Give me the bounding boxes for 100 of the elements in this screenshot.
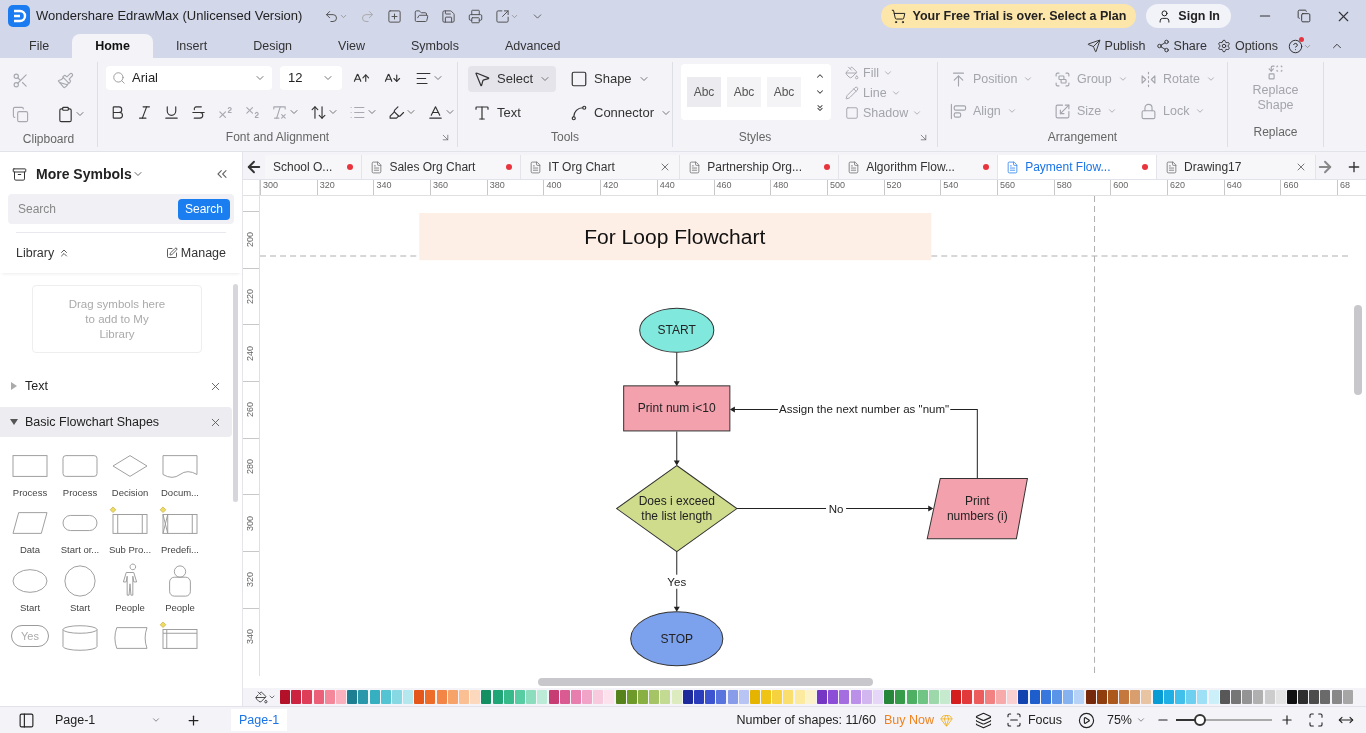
document-tab[interactable]: Sales Org Chart [362, 155, 522, 179]
tab-label: Sales Org Chart [389, 159, 477, 176]
panel-title-dropdown[interactable]: More Symbols [36, 163, 144, 185]
node-label[interactable]: Print num i<10 [637, 401, 716, 416]
menu-tab[interactable]: Advanced [481, 34, 584, 58]
text-tool-button[interactable]: Text [468, 100, 526, 126]
ruler-label: 320 [319, 180, 335, 191]
page-selector[interactable]: Page-1 [55, 710, 161, 730]
shape-label: Process [12, 486, 48, 500]
group-title: Styles [738, 131, 772, 143]
library-section-header[interactable]: Basic Flowchart Shapes [0, 407, 232, 437]
diagram-title[interactable]: For Loop Flowchart [584, 225, 766, 249]
font-name-value: Arial [132, 69, 159, 88]
font-name-field[interactable]: Arial [106, 66, 272, 90]
publish-button[interactable]: Publish [1086, 36, 1146, 56]
ruler-label: 480 [773, 180, 789, 191]
tab-label: IT Org Chart [548, 159, 616, 176]
connector-label[interactable]: Yes [667, 575, 687, 588]
ruler-label: 360 [433, 180, 449, 191]
document-tab[interactable]: Drawing17 [1157, 155, 1316, 179]
ruler-label: 460 [716, 180, 732, 191]
node-label[interactable]: Print numbers (i) [946, 494, 1008, 524]
shape-button[interactable]: Shape [565, 66, 655, 92]
page-tab[interactable]: Page-1 [231, 709, 288, 731]
menu-tab[interactable]: Insert [152, 34, 231, 58]
shape-count: Number of shapes: 11/60 [736, 711, 876, 729]
shape-label: People [165, 600, 195, 615]
search-field[interactable]: Search Search [8, 194, 234, 224]
library-toggle[interactable]: Library [16, 243, 71, 263]
ruler-label: 580 [1056, 180, 1072, 191]
section-label: Text [25, 377, 48, 395]
document-tab[interactable]: School O... [265, 155, 363, 179]
menu-tab[interactable]: Home [72, 34, 153, 58]
library-section-header[interactable]: Text [0, 371, 232, 401]
shape-label: Data [19, 543, 41, 558]
tab-label: Payment Flow... [1025, 159, 1112, 176]
connector-label[interactable]: No [828, 502, 844, 515]
drawing-canvas[interactable]: For Loop Flowchart START Print num i<10 Does i exceed the list length Print numbers (i) STOP Assign the next number as "num" No Yes [260, 196, 1350, 676]
ruler-label: 540 [943, 180, 959, 191]
shape-label: Decision [111, 486, 149, 500]
ruler-label: 380 [489, 180, 505, 191]
shape-label: Predefi... [161, 543, 199, 558]
zoom-dropdown[interactable]: 75% [1106, 710, 1146, 730]
shape-label: Start or... [60, 543, 100, 558]
ruler-label: 300 [246, 515, 256, 531]
manage-button[interactable]: Manage [165, 243, 226, 263]
ruler-label: 560 [999, 180, 1015, 191]
ruler-label: 280 [246, 459, 256, 475]
tab-label: Partnership Org... [707, 159, 803, 176]
ruler-label: 220 [246, 289, 256, 305]
menu-tab[interactable]: View [315, 34, 388, 58]
drop-hint: Drag symbols here to add to My Library [67, 296, 167, 342]
style-sample[interactable]: Abc [687, 77, 721, 107]
ruler-label: 620 [1170, 180, 1186, 191]
shape-label: People [115, 600, 145, 615]
window-title: Wondershare EdrawMax (Unlicensed Version) [36, 7, 303, 26]
connector-button[interactable]: Connector [565, 100, 677, 126]
style-sample[interactable]: Abc [767, 77, 801, 107]
ruler-label: 500 [829, 180, 845, 191]
options-button[interactable]: Options [1216, 36, 1278, 56]
ruler-label: 240 [246, 345, 256, 361]
style-sample[interactable]: Abc [727, 77, 761, 107]
shape-label: Sub Pro... [108, 543, 152, 558]
ruler-label: 300 [263, 180, 279, 191]
ruler-label: 520 [886, 180, 902, 191]
menu-tab[interactable]: Design [230, 34, 316, 58]
node-label[interactable]: STOP [660, 631, 693, 646]
shape-label: Process [62, 486, 98, 500]
search-button[interactable]: Search [177, 198, 230, 220]
ruler-label: 68 [1340, 180, 1351, 191]
sign-in-button[interactable]: Sign In [1146, 4, 1231, 28]
connector-label[interactable]: Assign the next number as "num" [779, 403, 950, 416]
font-size-value: 12 [288, 69, 304, 88]
share-button[interactable]: Share [1155, 36, 1207, 56]
ruler-label: 660 [1283, 180, 1299, 191]
document-tab[interactable]: Algorithm Flow... [839, 155, 999, 179]
menu-tab[interactable]: File [6, 34, 73, 58]
focus-button[interactable]: Focus [1005, 710, 1062, 730]
tab-label: School O... [273, 159, 334, 176]
ruler-label: 320 [246, 572, 256, 588]
node-label[interactable]: START [657, 323, 696, 338]
select-button[interactable]: Select [468, 66, 557, 92]
font-size-field[interactable]: 12 [280, 66, 342, 90]
node-label[interactable]: Does i exceed the list length [638, 494, 715, 524]
group-title: Replace [1253, 125, 1298, 139]
document-tab[interactable]: IT Org Chart [521, 155, 681, 179]
section-label: Basic Flowchart Shapes [25, 413, 160, 431]
shape-label: Start [19, 600, 41, 615]
menu-tab[interactable]: Symbols [387, 34, 482, 58]
ruler-label: 440 [659, 180, 675, 191]
group-title: Clipboard [22, 132, 75, 146]
document-tab[interactable]: Partnership Org... [680, 155, 840, 179]
ruler-label: 200 [246, 232, 256, 248]
ruler-label: 420 [603, 180, 619, 191]
group-title: Tools [551, 131, 579, 143]
ruler-label: 260 [246, 402, 256, 418]
tab-label: Drawing17 [1184, 159, 1243, 176]
trial-banner[interactable]: Your Free Trial is over. Select a Plan [880, 4, 1137, 28]
document-tab[interactable]: Payment Flow... [998, 155, 1158, 179]
ruler-label: 640 [1226, 180, 1242, 191]
